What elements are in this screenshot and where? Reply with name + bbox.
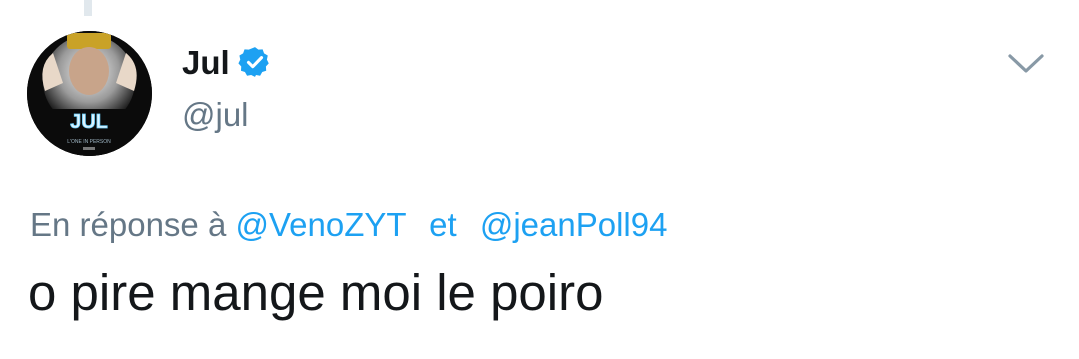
author-name-row[interactable]: Jul — [182, 40, 272, 84]
mention-link-2[interactable]: @jeanPoll94 — [480, 206, 668, 243]
reply-prefix: En réponse à — [30, 206, 227, 243]
reply-separator: et — [429, 206, 457, 243]
avatar-image: JUL L'ONE IN PERSON — [27, 31, 152, 156]
chevron-down-icon[interactable] — [1005, 50, 1047, 78]
avatar-logo-text: JUL — [70, 111, 108, 133]
username[interactable]: @jul — [182, 98, 249, 131]
avatar-subtitle-text: L'ONE IN PERSON — [67, 139, 111, 145]
display-name[interactable]: Jul — [182, 46, 230, 79]
tweet-text: o pire mange moi le poiro — [28, 264, 604, 321]
thread-connector-line — [84, 0, 92, 16]
mention-link-1[interactable]: @VenoZYT — [235, 206, 405, 243]
avatar[interactable]: JUL L'ONE IN PERSON — [27, 31, 152, 156]
verified-badge-icon — [238, 45, 272, 79]
reply-context: En réponse à @VenoZYT et @jeanPoll94 — [30, 205, 667, 245]
